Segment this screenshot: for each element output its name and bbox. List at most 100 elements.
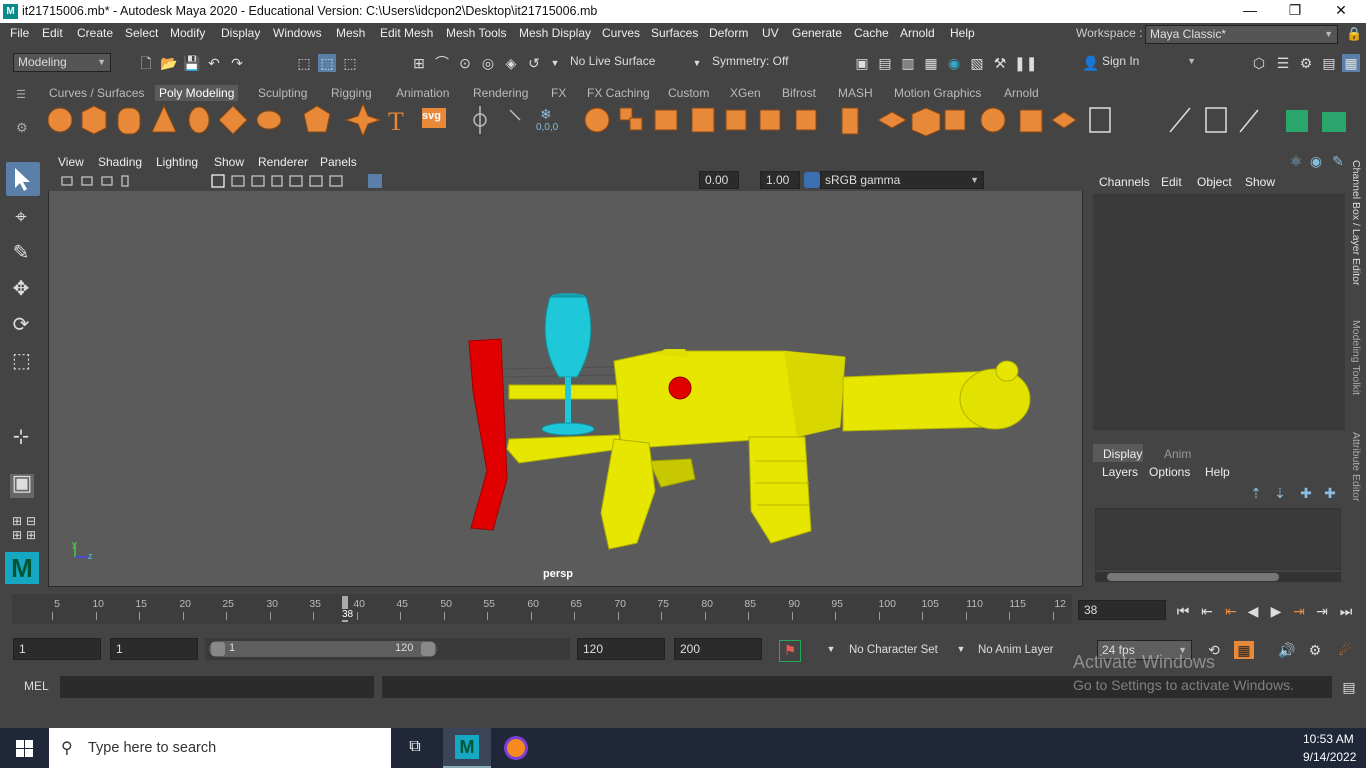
tool-settings-icon[interactable]: ⚙ [1297, 54, 1315, 72]
menu-set-dropdown[interactable]: Modeling ▼ [13, 53, 111, 72]
vp-menu-view[interactable]: View [58, 155, 84, 169]
shelf-tab-curves-surfaces[interactable]: Curves / Surfaces [45, 85, 148, 101]
range-slider-handle[interactable]: 1 120 [209, 641, 437, 657]
firefox-icon[interactable] [504, 736, 528, 760]
color-management-icon[interactable] [804, 172, 820, 188]
single-perspective-icon[interactable]: ▣ [10, 472, 34, 498]
minimize-button[interactable]: — [1240, 2, 1260, 18]
undo-icon[interactable]: ↶ [205, 54, 223, 72]
svg-tool-icon[interactable]: svg [422, 110, 441, 122]
channel-box-mode-icon[interactable]: ⚛ [1287, 152, 1305, 170]
new-layer-selected-icon[interactable]: ✚ [1321, 484, 1339, 502]
menu-edit-mesh[interactable]: Edit Mesh [380, 26, 433, 40]
hypershade-icon[interactable]: ◉ [945, 54, 963, 72]
restore-button[interactable]: ❐ [1285, 2, 1305, 19]
menu-mesh-tools[interactable]: Mesh Tools [446, 26, 506, 40]
snap-view-icon[interactable]: ◎ [479, 54, 497, 72]
menu-uv[interactable]: UV [762, 26, 779, 40]
menu-help[interactable]: Help [950, 26, 975, 40]
menu-surfaces[interactable]: Surfaces [651, 26, 698, 40]
gamma-field[interactable]: 1.00 [760, 171, 800, 189]
vp-menu-lighting[interactable]: Lighting [156, 155, 198, 169]
taskbar-maya-button[interactable]: M [443, 728, 491, 768]
command-input[interactable] [60, 676, 374, 698]
menu-deform[interactable]: Deform [709, 26, 748, 40]
menu-edit[interactable]: Edit [42, 26, 63, 40]
menu-file[interactable]: File [10, 26, 29, 40]
sign-in-dropdown[interactable]: Sign In ▼ [1098, 53, 1200, 72]
play-backwards-icon[interactable]: ◀ [1244, 602, 1262, 620]
arnold-render-icon[interactable]: ⚒ [991, 54, 1009, 72]
hypershade-layout-icon[interactable]: ⊞ [22, 526, 40, 544]
snap-point-icon[interactable]: ⊙ [456, 54, 474, 72]
menu-modify[interactable]: Modify [170, 26, 205, 40]
shelf-tab-fx-caching[interactable]: FX Caching [583, 85, 654, 101]
attribute-mode-icon[interactable]: ◉ [1307, 152, 1325, 170]
select-object-icon[interactable]: ⬚ [318, 54, 336, 72]
windows-start-icon[interactable] [16, 740, 33, 757]
side-tab-modeling-toolkit[interactable]: Modeling Toolkit [1350, 320, 1362, 395]
menu-select[interactable]: Select [125, 26, 158, 40]
channels-menu-channels[interactable]: Channels [1099, 175, 1150, 189]
current-frame-field[interactable]: 38 [1078, 600, 1166, 620]
shelf-tab-sculpting[interactable]: Sculpting [254, 85, 311, 101]
snap-pivot-icon[interactable]: ↺ [525, 54, 543, 72]
shelf-tab-mash[interactable]: MASH [834, 85, 877, 101]
exposure-field[interactable]: 0.00 [699, 171, 739, 189]
anim-layer-label[interactable]: No Anim Layer [978, 644, 1053, 656]
render-view-icon[interactable]: ▧ [968, 54, 986, 72]
lock-icon[interactable]: 🔒 [1346, 26, 1362, 42]
move-layer-up-icon[interactable]: ⇡ [1247, 484, 1265, 502]
shelf-tab-rigging[interactable]: Rigging [327, 85, 376, 101]
shelf-tab-poly-modeling[interactable]: Poly Modeling [155, 85, 239, 101]
layer-tab-anim[interactable]: Anim [1164, 447, 1191, 461]
menu-curves[interactable]: Curves [602, 26, 640, 40]
menu-mesh-display[interactable]: Mesh Display [519, 26, 591, 40]
vp-menu-panels[interactable]: Panels [320, 155, 357, 169]
color-space-dropdown[interactable]: sRGB gamma ▼ [820, 171, 984, 189]
chevron-down-icon[interactable]: ▼ [952, 640, 970, 658]
script-editor-icon[interactable]: ▤ [1340, 678, 1358, 696]
layout-toggle-icon[interactable]: ▦ [1342, 54, 1360, 72]
task-view-icon[interactable]: ⧉ [406, 738, 424, 756]
shelf-tab-xgen[interactable]: XGen [726, 85, 765, 101]
step-forward-key-icon[interactable]: ⇥ [1313, 602, 1331, 620]
sound-icon[interactable]: 🔊 [1278, 641, 1296, 659]
vp-menu-show[interactable]: Show [214, 155, 244, 169]
tool-mode-icon[interactable]: ✎ [1329, 152, 1347, 170]
attribute-editor-icon[interactable]: ☰ [1274, 54, 1292, 72]
go-to-start-icon[interactable]: ⏮ [1174, 602, 1192, 620]
scale-tool-icon[interactable]: ⬚ [12, 351, 31, 371]
vp-menu-renderer[interactable]: Renderer [258, 155, 308, 169]
snap-curve-icon[interactable]: ⌒ [433, 54, 451, 72]
channels-menu-object[interactable]: Object [1197, 175, 1232, 189]
redo-icon[interactable]: ↷ [228, 54, 246, 72]
menu-cache[interactable]: Cache [854, 26, 889, 40]
scene-start-field[interactable]: 1 [13, 638, 101, 660]
close-button[interactable]: ✕ [1331, 2, 1351, 19]
layers-menu-layers[interactable]: Layers [1102, 465, 1138, 479]
layer-scrollbar[interactable] [1095, 572, 1341, 582]
save-scene-icon[interactable]: 💾 [183, 54, 201, 72]
cache-playback-icon[interactable]: ▦ [1234, 641, 1254, 659]
shelf-menu-icon[interactable]: ☰ [16, 88, 26, 101]
layers-menu-help[interactable]: Help [1205, 465, 1230, 479]
new-empty-layer-icon[interactable]: ✚ [1297, 484, 1315, 502]
auto-key-icon[interactable]: ⚑ [779, 640, 801, 662]
taskbar-search-box[interactable]: ⚲ Type here to search [49, 728, 391, 768]
shelf-tab-fx[interactable]: FX [547, 85, 570, 101]
modeling-toolkit-icon[interactable]: ⬡ [1250, 54, 1268, 72]
shelf-tab-animation[interactable]: Animation [392, 85, 453, 101]
render-sequence-icon[interactable]: ▤ [876, 54, 894, 72]
chevron-down-icon[interactable]: ▼ [822, 640, 840, 658]
shelf-tab-arnold[interactable]: Arnold [1000, 85, 1043, 101]
maya-home-icon[interactable]: M [5, 552, 39, 584]
step-forward-frame-icon[interactable]: ⇥ [1290, 602, 1308, 620]
render-frame-icon[interactable]: ▣ [853, 54, 871, 72]
clock-time[interactable]: 10:53 AM [1303, 732, 1354, 746]
playback-end-field[interactable]: 120 [577, 638, 665, 660]
clock-date[interactable]: 9/14/2022 [1303, 750, 1356, 764]
chevron-down-icon[interactable]: ▼ [688, 54, 706, 72]
channel-box-toggle-icon[interactable]: ▤ [1320, 54, 1338, 72]
select-hierarchy-icon[interactable]: ⬚ [295, 54, 313, 72]
